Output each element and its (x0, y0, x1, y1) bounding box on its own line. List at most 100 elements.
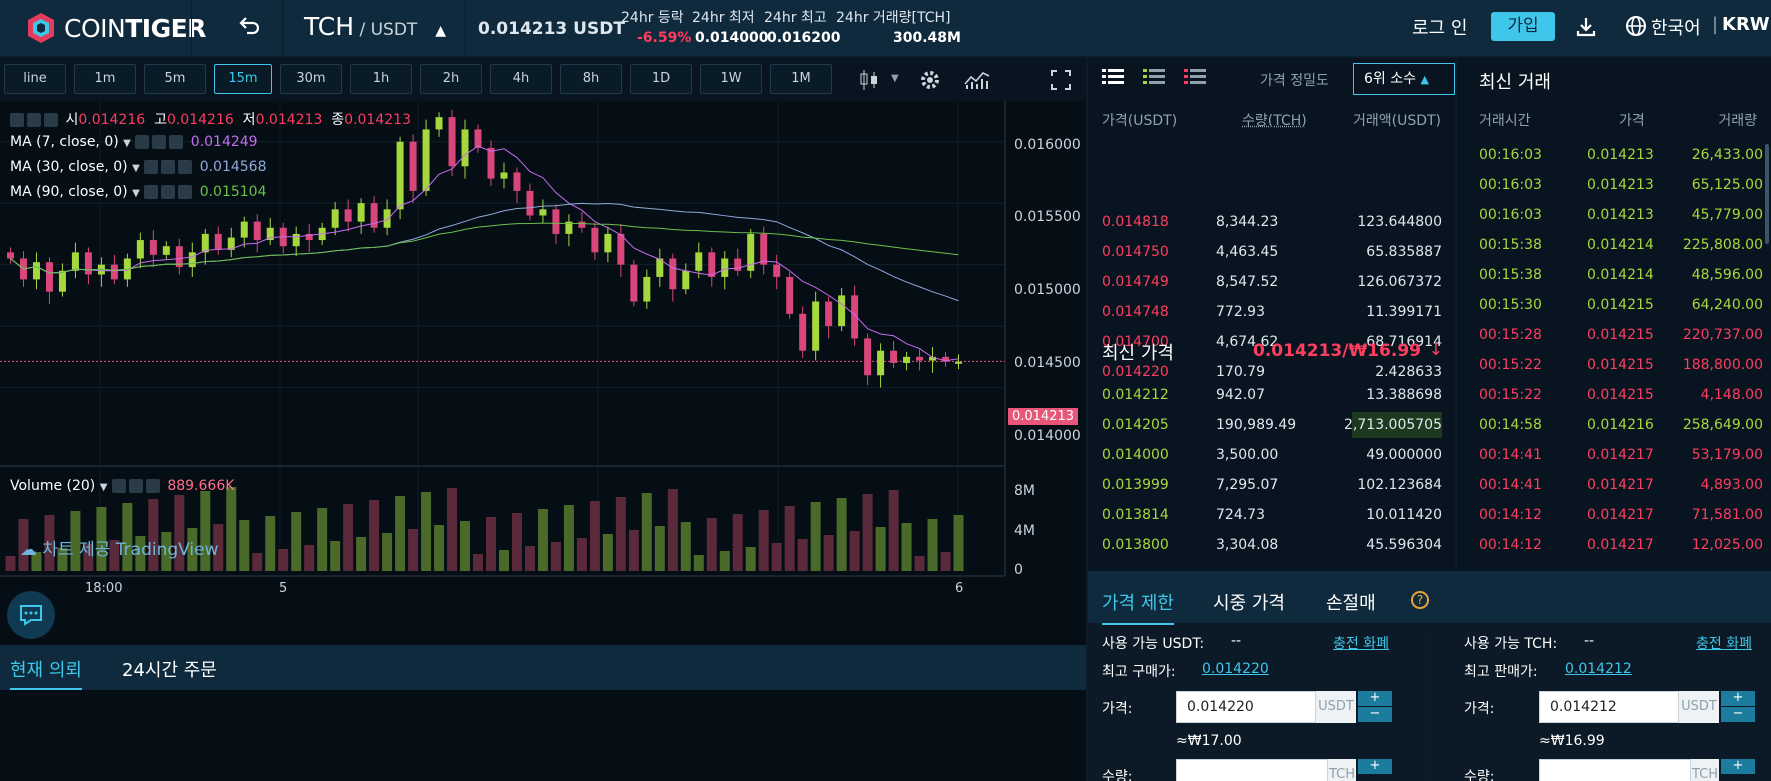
buy-price-decrement[interactable]: − (1358, 707, 1392, 722)
download-icon[interactable] (1574, 15, 1598, 43)
bid-row[interactable]: 0.013800 3,304.08 45.596304 (1102, 530, 1442, 560)
ask-price: 0.014749 (1102, 274, 1169, 290)
back-icon[interactable] (238, 14, 262, 42)
ma7-legend[interactable]: MA (7, close, 0) ▼ 0.014249 (10, 134, 258, 150)
buy-qty-increment[interactable]: + (1358, 759, 1392, 774)
volume-bar (382, 533, 393, 571)
sell-price-increment[interactable]: + (1721, 691, 1755, 706)
chat-button[interactable] (7, 591, 55, 639)
currency-selector[interactable]: KRW (1722, 14, 1770, 35)
price-chart[interactable]: 시0.014216 고0.014216 저0.014213 종0.014213 … (0, 101, 1086, 597)
collapse-icon[interactable] (10, 113, 24, 127)
volume-bar (901, 523, 912, 571)
ask-price: 0.014818 (1102, 214, 1169, 230)
best-sell-value[interactable]: 0.014212 (1565, 661, 1632, 677)
bid-row[interactable]: 0.014212 942.07 13.388698 (1102, 380, 1442, 410)
login-link[interactable]: 로그 인 (1412, 14, 1467, 40)
chevron-down-icon[interactable]: ▼ (891, 73, 899, 84)
globe-icon[interactable] (1625, 15, 1647, 41)
trade-row: 00:15:22 0.014215 4,148.00 (1479, 380, 1763, 410)
timeframe-30m-button[interactable]: 30m (280, 64, 342, 94)
candle-body (461, 129, 469, 167)
volume-bar (797, 539, 808, 571)
tab-stop[interactable]: 손절매 (1326, 589, 1376, 615)
timeframe-8h-button[interactable]: 8h (560, 64, 622, 94)
volume-bar (278, 549, 289, 571)
tab-24h-orders[interactable]: 24시간 주문 (122, 656, 217, 682)
timeframe-line-button[interactable]: line (4, 64, 66, 94)
tradingview-watermark[interactable]: ☁ 차트 제공 TradingView (20, 535, 219, 560)
timeframe-5m-button[interactable]: 5m (144, 64, 206, 94)
bid-row[interactable]: 0.014205 190,989.49 2,713.005705 (1102, 410, 1442, 440)
ask-row[interactable]: 0.014750 4,463.45 65.835887 (1102, 237, 1442, 267)
orderbook-both-icon[interactable] (1102, 67, 1124, 91)
timeframe-1d-button[interactable]: 1D (630, 64, 692, 94)
candle-body (357, 203, 365, 222)
language-selector[interactable]: 한국어 (1651, 14, 1701, 40)
orderbook-asks-icon[interactable] (1184, 67, 1206, 91)
trade-row: 00:15:38 0.014214 48,596.00 (1479, 260, 1763, 290)
settings-mini-icon[interactable] (44, 113, 58, 127)
candle-body (682, 270, 690, 290)
buy-deposit-link[interactable]: 충전 화폐 (1333, 633, 1389, 653)
eye-icon[interactable] (27, 113, 41, 127)
sell-deposit-link[interactable]: 충전 화폐 (1696, 633, 1752, 653)
timeframe-4h-button[interactable]: 4h (490, 64, 552, 94)
volume-bar (680, 522, 691, 571)
tab-current-orders[interactable]: 현재 의뢰 (10, 656, 82, 690)
tab-market[interactable]: 시중 가격 (1213, 589, 1285, 615)
volume-bar (758, 510, 769, 571)
buy-price-input[interactable]: 0.014220 (1176, 691, 1316, 723)
ma90-legend[interactable]: MA (90, close, 0) ▼ 0.015104 (10, 184, 267, 200)
sell-price-input[interactable]: 0.014212 (1539, 691, 1679, 723)
indicators-icon[interactable] (964, 68, 990, 94)
trade-qty: 225,808.00 (1682, 237, 1763, 253)
bid-row[interactable]: 0.013999 7,295.07 102.123684 (1102, 470, 1442, 500)
tiger-logo-icon (28, 13, 54, 43)
signup-button[interactable]: 가입 (1491, 12, 1555, 41)
sell-qty-input[interactable] (1539, 759, 1691, 781)
timeframe-1m-button[interactable]: 1M (770, 64, 832, 94)
candle-body (786, 276, 794, 314)
buy-qty-input[interactable] (1176, 759, 1328, 781)
timeframe-1m-button[interactable]: 1m (74, 64, 136, 94)
ask-row[interactable]: 0.014749 8,547.52 126.067372 (1102, 267, 1442, 297)
candle-body (32, 262, 40, 280)
candle-body (45, 262, 53, 292)
bid-row[interactable]: 0.013814 724.73 10.011420 (1102, 500, 1442, 530)
bid-total: 2,713.005705 (1344, 417, 1442, 433)
sell-qty-increment[interactable]: + (1721, 759, 1755, 774)
trades-scrollbar[interactable] (1765, 144, 1769, 244)
candle-body (253, 221, 261, 241)
coin-tiger-logo[interactable]: COINTIGER (24, 11, 206, 45)
price-tick: 0.015000 (1014, 282, 1081, 298)
help-icon[interactable]: ? (1411, 591, 1429, 609)
orderbook-bids-icon[interactable] (1143, 67, 1165, 91)
trading-pair-selector[interactable]: TCH / USDT ▲ (304, 12, 446, 41)
ask-row[interactable]: 0.014818 8,344.23 123.644800 (1102, 207, 1442, 237)
ma30-legend[interactable]: MA (30, close, 0) ▼ 0.014568 (10, 159, 267, 175)
precision-select[interactable]: 6위 소수 ▲ (1353, 63, 1455, 95)
fullscreen-icon[interactable] (1049, 68, 1073, 96)
latest-price-value: 0.014213/₩16.99 (1253, 341, 1421, 361)
timeframe-1h-button[interactable]: 1h (350, 64, 412, 94)
volume-bar (498, 550, 509, 571)
volume-legend[interactable]: Volume (20) ▼ 889.666K (10, 478, 234, 494)
candle-body (435, 117, 443, 130)
buy-price-increment[interactable]: + (1358, 691, 1392, 706)
bid-row[interactable]: 0.014000 3,500.00 49.000000 (1102, 440, 1442, 470)
ask-row[interactable]: 0.014748 772.93 11.399171 (1102, 297, 1442, 327)
gear-icon[interactable] (918, 68, 942, 96)
sell-available-value: -- (1584, 633, 1595, 649)
tab-limit[interactable]: 가격 제한 (1102, 589, 1174, 625)
timeframe-1w-button[interactable]: 1W (700, 64, 762, 94)
timeframe-2h-button[interactable]: 2h (420, 64, 482, 94)
sell-price-decrement[interactable]: − (1721, 707, 1755, 722)
trade-time: 00:14:12 (1479, 507, 1542, 523)
best-sell-label: 최고 판매가: (1464, 664, 1538, 680)
price-tick: 0.014500 (1014, 355, 1081, 371)
candle-type-icon[interactable] (858, 68, 880, 96)
best-buy-value[interactable]: 0.014220 (1202, 661, 1269, 677)
timeframe-15m-button[interactable]: 15m (214, 64, 272, 94)
volume-bar (473, 554, 484, 571)
